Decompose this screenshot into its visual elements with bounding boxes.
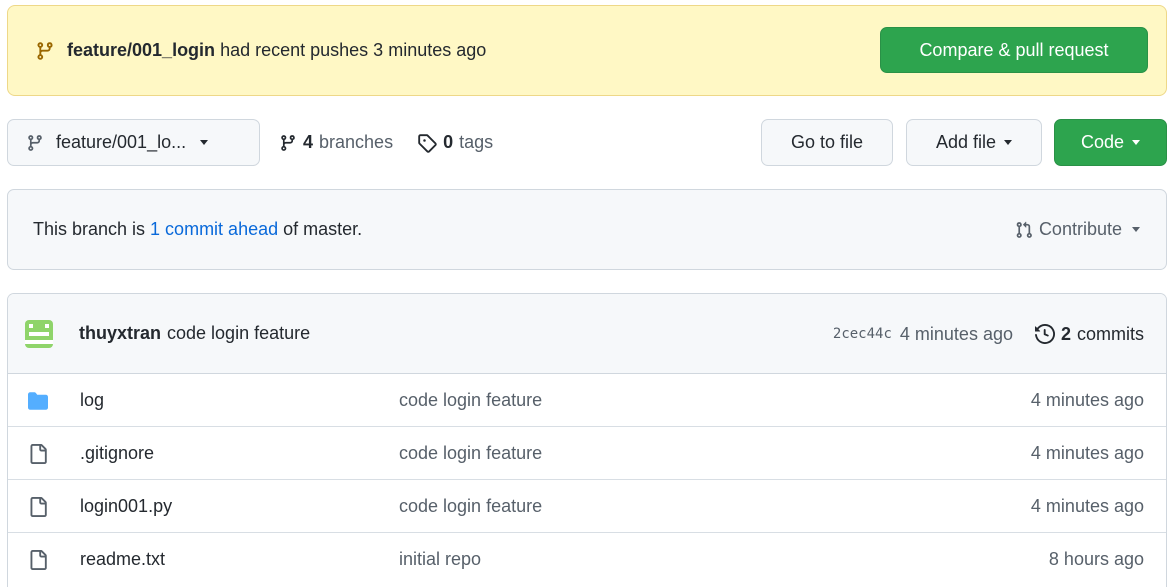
commits-label: commits bbox=[1077, 323, 1144, 344]
branch-select-label: feature/001_lo... bbox=[56, 132, 187, 152]
file-commit-message[interactable]: code login feature bbox=[399, 443, 542, 464]
go-to-file-button[interactable]: Go to file bbox=[761, 119, 893, 166]
branch-ahead-notice: This branch is 1 commit ahead of master.… bbox=[7, 189, 1167, 270]
latest-commit-header: thuyxtran code login feature 2cec44c 4 m… bbox=[8, 294, 1166, 374]
file-row[interactable]: login001.py code login feature 4 minutes… bbox=[8, 480, 1166, 533]
branches-label: branches bbox=[319, 132, 394, 152]
add-file-label: Add file bbox=[935, 132, 997, 152]
file-commit-message[interactable]: code login feature bbox=[399, 496, 542, 517]
avatar[interactable] bbox=[25, 319, 53, 348]
file-row[interactable]: .gitignore code login feature 4 minutes … bbox=[8, 427, 1166, 480]
commit-meta: 2cec44c 4 minutes ago 2 commits bbox=[833, 294, 1144, 374]
branch-select-button[interactable]: feature/001_lo... bbox=[7, 119, 260, 166]
git-branch-icon bbox=[35, 41, 55, 61]
contribute-label: Contribute bbox=[1038, 219, 1122, 239]
repo-toolbar: feature/001_lo... 4 branches 0 tags Go t… bbox=[7, 119, 1167, 166]
tag-icon bbox=[417, 133, 437, 153]
commit-message[interactable]: code login feature bbox=[167, 323, 310, 344]
file-commit-message[interactable]: initial repo bbox=[399, 549, 481, 570]
file-name[interactable]: readme.txt bbox=[80, 549, 165, 570]
commits-ahead-link[interactable]: 1 commit ahead bbox=[150, 219, 278, 240]
file-age: 4 minutes ago bbox=[1030, 389, 1144, 410]
code-label: Code bbox=[1080, 132, 1125, 152]
file-icon bbox=[27, 497, 49, 517]
branches-count: 4 bbox=[303, 132, 314, 152]
folder-icon bbox=[27, 391, 49, 411]
commit-sha[interactable]: 2cec44c bbox=[833, 326, 892, 342]
file-icon bbox=[27, 444, 49, 464]
chevron-down-icon bbox=[200, 140, 209, 145]
repo-meta-links: 4 branches 0 tags bbox=[279, 119, 517, 166]
commit-author[interactable]: thuyxtran bbox=[79, 323, 161, 344]
chevron-down-icon bbox=[1132, 140, 1141, 145]
git-branch-icon bbox=[26, 134, 44, 152]
file-commit-message[interactable]: code login feature bbox=[399, 390, 542, 411]
compare-pull-request-button[interactable]: Compare & pull request bbox=[880, 27, 1148, 73]
code-button[interactable]: Code bbox=[1054, 119, 1167, 166]
file-name[interactable]: .gitignore bbox=[80, 443, 154, 464]
pull-request-icon bbox=[1015, 221, 1033, 239]
file-icon bbox=[27, 550, 49, 570]
file-name[interactable]: login001.py bbox=[80, 496, 172, 517]
commits-count: 2 bbox=[1060, 323, 1071, 344]
contribute-dropdown[interactable]: Contribute bbox=[1015, 190, 1140, 269]
tags-count: 0 bbox=[443, 132, 454, 152]
commit-age: 4 minutes ago bbox=[899, 323, 1013, 344]
ahead-suffix: of master. bbox=[283, 219, 363, 239]
commits-history-link[interactable]: 2 commits bbox=[1034, 323, 1144, 345]
git-branch-icon bbox=[279, 134, 297, 152]
add-file-button[interactable]: Add file bbox=[906, 119, 1042, 166]
ahead-prefix: This branch is bbox=[33, 219, 146, 239]
file-row[interactable]: readme.txt initial repo 8 hours ago bbox=[8, 533, 1166, 586]
file-list: thuyxtran code login feature 2cec44c 4 m… bbox=[7, 293, 1167, 587]
recent-push-banner: feature/001_login had recent pushes 3 mi… bbox=[7, 5, 1167, 96]
file-row[interactable]: log code login feature 4 minutes ago bbox=[8, 374, 1166, 427]
history-icon bbox=[1034, 324, 1055, 344]
tags-label: tags bbox=[459, 132, 494, 152]
banner-message: had recent pushes 3 minutes ago bbox=[220, 40, 487, 60]
file-age: 8 hours ago bbox=[1048, 549, 1144, 569]
chevron-down-icon bbox=[1004, 140, 1013, 145]
file-name[interactable]: log bbox=[80, 390, 104, 411]
banner-branch-name[interactable]: feature/001_login bbox=[67, 40, 215, 60]
chevron-down-icon bbox=[1132, 227, 1140, 232]
file-age: 4 minutes ago bbox=[1030, 442, 1144, 463]
branches-link[interactable]: 4 branches bbox=[279, 132, 393, 153]
banner-text: feature/001_login had recent pushes 3 mi… bbox=[67, 40, 486, 61]
file-age: 4 minutes ago bbox=[1030, 495, 1144, 516]
tags-link[interactable]: 0 tags bbox=[417, 132, 493, 153]
